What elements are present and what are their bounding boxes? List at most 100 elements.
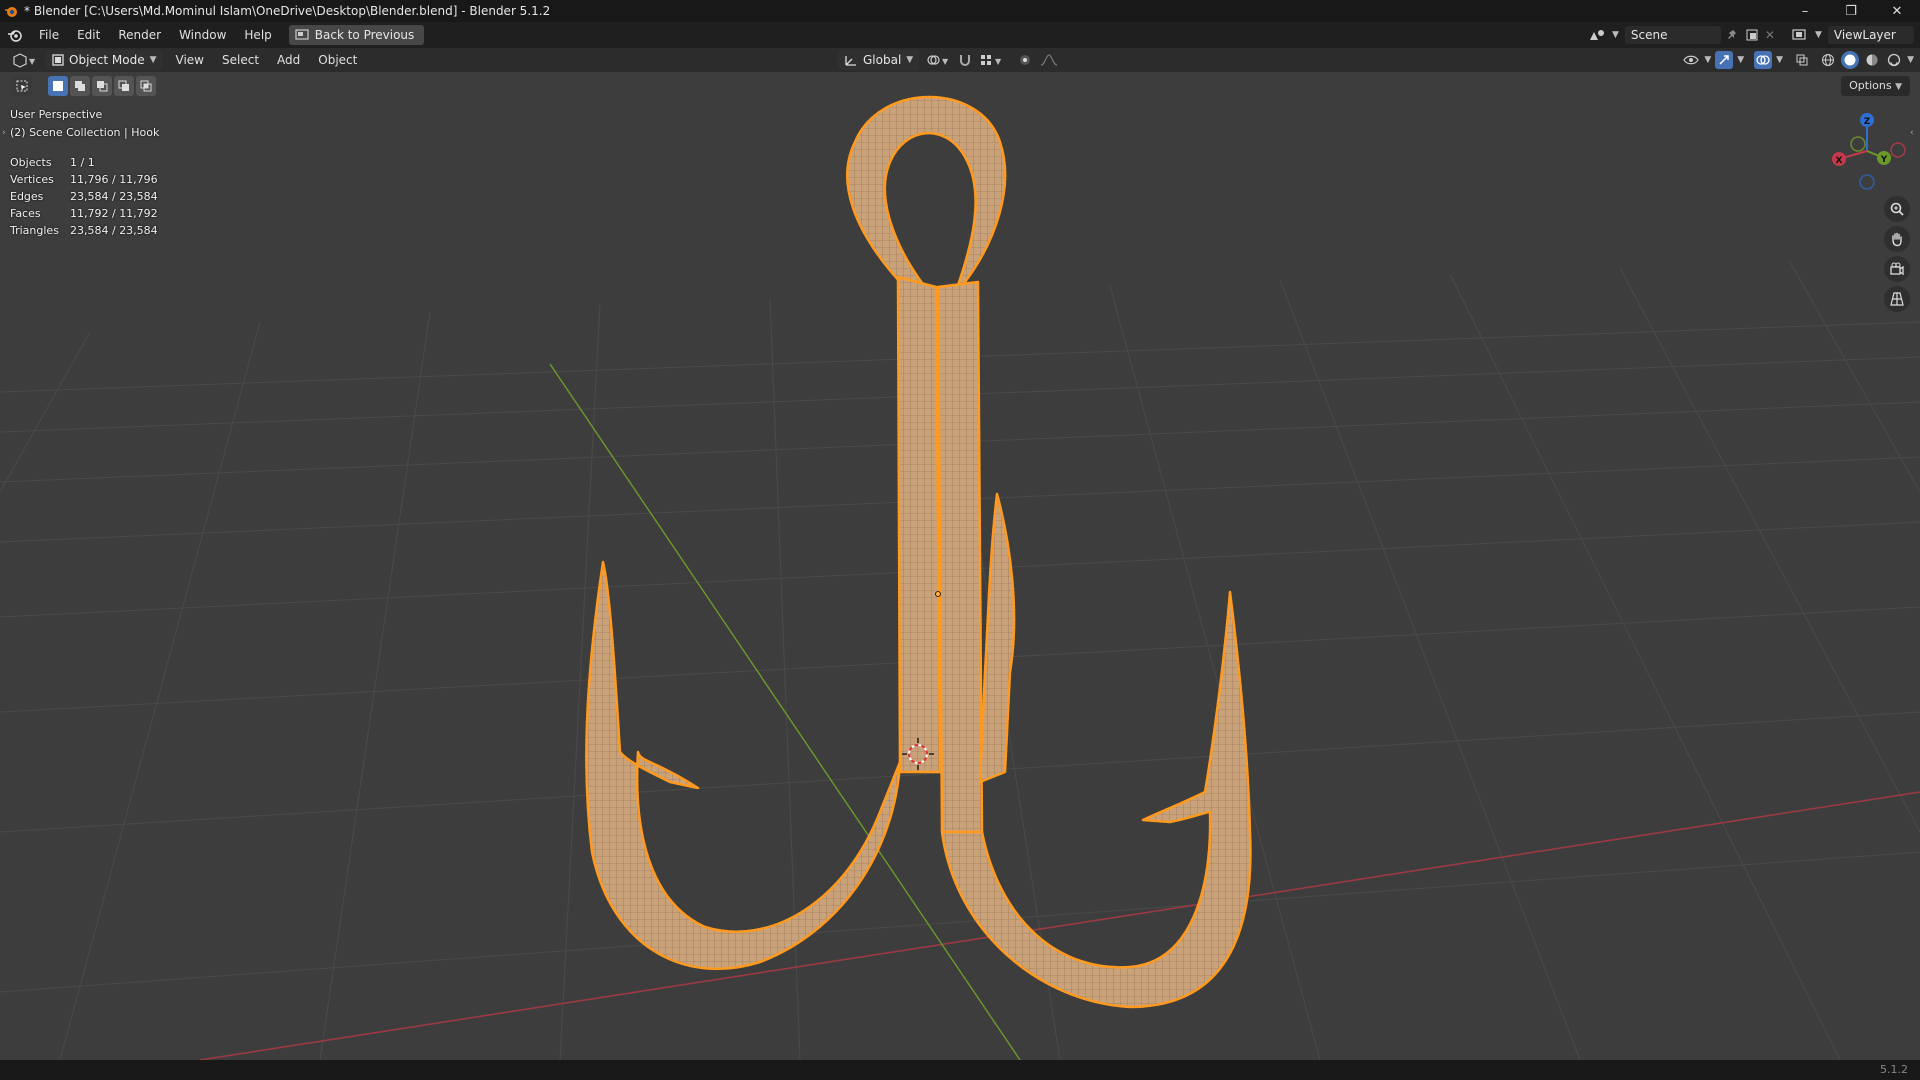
hook-right-shank xyxy=(936,280,984,834)
window-title: * Blender [C:\Users\Md.Mominul Islam\One… xyxy=(24,4,551,18)
stat-value: 23,584 / 23,584 xyxy=(70,190,158,203)
select-mode-intersect-icon[interactable] xyxy=(136,76,156,96)
navigation-gizmo[interactable]: Y Z X xyxy=(1822,106,1912,196)
pivot-point-icon[interactable]: ▼ xyxy=(925,52,951,68)
overlays-toggle-icon[interactable] xyxy=(1754,51,1773,69)
gizmo-x-label: X xyxy=(1836,156,1843,166)
solid-shading-icon[interactable] xyxy=(1841,51,1860,69)
status-bar: 5.1.2 xyxy=(0,1060,1920,1080)
stat-row-vertices: Vertices 11,796 / 11,796 xyxy=(10,171,158,188)
stat-label: Triangles xyxy=(10,224,59,237)
viewlayer-name: ViewLayer xyxy=(1833,28,1896,42)
stat-row-objects: Objects 1 / 1 xyxy=(10,154,158,171)
viewlayer-icon[interactable] xyxy=(1791,28,1809,42)
wireframe-shading-icon[interactable] xyxy=(1819,51,1837,69)
menu-help[interactable]: Help xyxy=(235,24,280,46)
editor-type-icon[interactable]: ▼ xyxy=(10,51,38,69)
select-mode-subtract-icon[interactable] xyxy=(92,76,112,96)
screen-icon xyxy=(295,29,309,40)
collection-label: (2) Scene Collection | Hook xyxy=(10,126,160,139)
viewport-header-right: ▼ ▼ ▼ ▼ xyxy=(1682,48,1920,72)
object-origin xyxy=(935,591,941,597)
select-box-tool-icon[interactable] xyxy=(12,76,32,96)
chevron-down-icon: ▼ xyxy=(1737,55,1745,65)
stat-row-faces: Faces 11,792 / 11,792 xyxy=(10,205,158,222)
snap-target-icon[interactable]: ▼ xyxy=(979,52,1005,68)
menu-add[interactable]: Add xyxy=(268,49,309,71)
blender-logo-icon xyxy=(5,7,17,17)
pan-hand-icon[interactable] xyxy=(1884,226,1910,252)
orientation-label: Global xyxy=(863,53,902,67)
options-label: Options xyxy=(1849,79,1892,92)
stat-label: Vertices xyxy=(10,173,54,186)
stat-label: Edges xyxy=(10,190,44,203)
svg-text:▼: ▼ xyxy=(942,57,949,66)
chevron-down-icon: ▼ xyxy=(1776,55,1784,65)
blender-menu-icon[interactable] xyxy=(6,27,24,43)
scene-selector[interactable]: Scene xyxy=(1624,26,1721,44)
options-dropdown[interactable]: Options ▼ xyxy=(1841,76,1910,96)
gizmo-z-label: Z xyxy=(1864,117,1871,127)
toolbar-toggle-icon[interactable]: › xyxy=(2,128,6,138)
snap-toggle-icon[interactable] xyxy=(957,52,973,68)
scene-statistics: Objects 1 / 1 Vertices 11,796 / 11,796 Edg… xyxy=(10,154,158,239)
chevron-down-icon: ▼ xyxy=(1895,82,1902,92)
stat-row-edges: Edges 23,584 / 23,584 xyxy=(10,188,158,205)
menu-edit[interactable]: Edit xyxy=(68,24,109,46)
falloff-icon[interactable] xyxy=(1039,52,1059,68)
close-button[interactable]: ✕ xyxy=(1874,0,1920,22)
menu-window[interactable]: Window xyxy=(170,24,235,46)
maximize-button[interactable]: ❐ xyxy=(1828,0,1874,22)
hook-middle-point xyxy=(978,492,1016,784)
select-tool-row xyxy=(12,76,156,96)
stat-row-triangles: Triangles 23,584 / 23,584 xyxy=(10,222,158,239)
hook-object[interactable] xyxy=(585,95,1252,1009)
minimize-button[interactable]: – xyxy=(1782,0,1828,22)
viewport-header: ▼ Object Mode ▼ View Select Add Object G… xyxy=(0,48,1920,72)
menu-view[interactable]: View xyxy=(167,49,213,71)
xray-toggle-icon[interactable] xyxy=(1793,51,1811,69)
version-label: 5.1.2 xyxy=(1880,1063,1908,1076)
gizmo-toggle-icon[interactable] xyxy=(1715,51,1734,69)
chevron-down-icon: ▼ xyxy=(906,55,914,65)
proportional-editing-icon[interactable] xyxy=(1017,52,1033,68)
material-shading-icon[interactable] xyxy=(1863,51,1881,69)
mode-label: Object Mode xyxy=(69,53,145,67)
select-mode-invert-icon[interactable] xyxy=(114,76,134,96)
chevron-down-icon: ▼ xyxy=(1704,55,1712,65)
stat-value: 23,584 / 23,584 xyxy=(70,224,158,237)
rendered-shading-icon[interactable] xyxy=(1885,51,1903,69)
gizmo-y-label: Y xyxy=(1880,155,1888,165)
stat-label: Objects xyxy=(10,156,52,169)
scene-name: Scene xyxy=(1630,28,1668,42)
window-titlebar: * Blender [C:\Users\Md.Mominul Islam\One… xyxy=(0,0,1920,22)
stat-value: 1 / 1 xyxy=(70,156,95,169)
scene-icon[interactable] xyxy=(1588,28,1606,42)
menu-file[interactable]: File xyxy=(30,24,68,46)
mode-selector[interactable]: Object Mode ▼ xyxy=(46,50,163,70)
object-mode-icon xyxy=(52,54,64,66)
menu-render[interactable]: Render xyxy=(109,24,170,46)
transform-orientation-selector[interactable]: Global ▼ xyxy=(838,50,920,70)
remove-scene-icon[interactable]: ✕ xyxy=(1765,28,1775,42)
chevron-down-icon: ▼ xyxy=(1612,30,1619,40)
zoom-icon[interactable] xyxy=(1884,196,1910,222)
hook-eye-loop xyxy=(846,95,1007,309)
svg-text:▼: ▼ xyxy=(995,57,1002,66)
3d-viewport[interactable]: User Perspective (2) Scene Collection | … xyxy=(0,72,1920,1060)
back-to-previous-button[interactable]: Back to Previous xyxy=(288,25,425,45)
select-mode-extend-icon[interactable] xyxy=(70,76,90,96)
menu-object[interactable]: Object xyxy=(309,49,366,71)
new-scene-icon[interactable] xyxy=(1745,28,1759,42)
select-mode-new-icon[interactable] xyxy=(48,76,68,96)
viewlayer-selector[interactable]: ViewLayer xyxy=(1827,26,1914,44)
hook-left-shank xyxy=(896,275,942,774)
menu-select[interactable]: Select xyxy=(213,49,268,71)
camera-view-icon[interactable] xyxy=(1884,256,1910,282)
svg-text:▼: ▼ xyxy=(29,57,36,66)
sidebar-toggle-icon[interactable]: ‹ xyxy=(1910,128,1914,138)
visibility-icon[interactable] xyxy=(1682,51,1700,69)
pin-icon[interactable] xyxy=(1727,29,1739,41)
perspective-label: User Perspective xyxy=(10,108,103,121)
perspective-toggle-icon[interactable] xyxy=(1884,286,1910,312)
